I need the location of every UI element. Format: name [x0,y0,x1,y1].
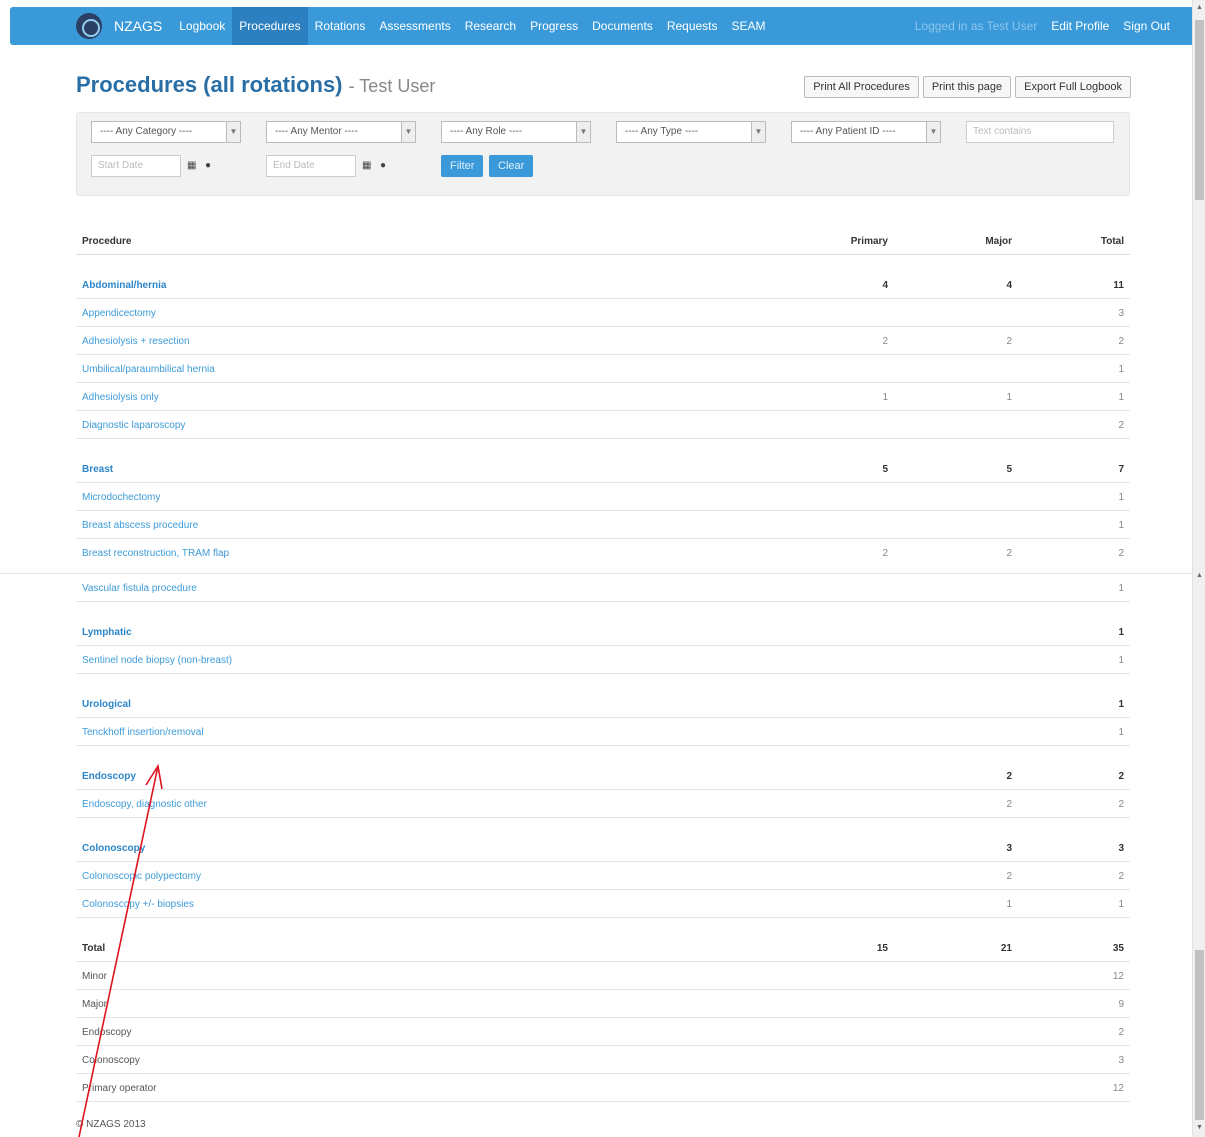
annotation-arrow-icon [78,763,163,1137]
page: NZAGS Logbook Procedures Rotations Assessme… [0,0,1205,1137]
